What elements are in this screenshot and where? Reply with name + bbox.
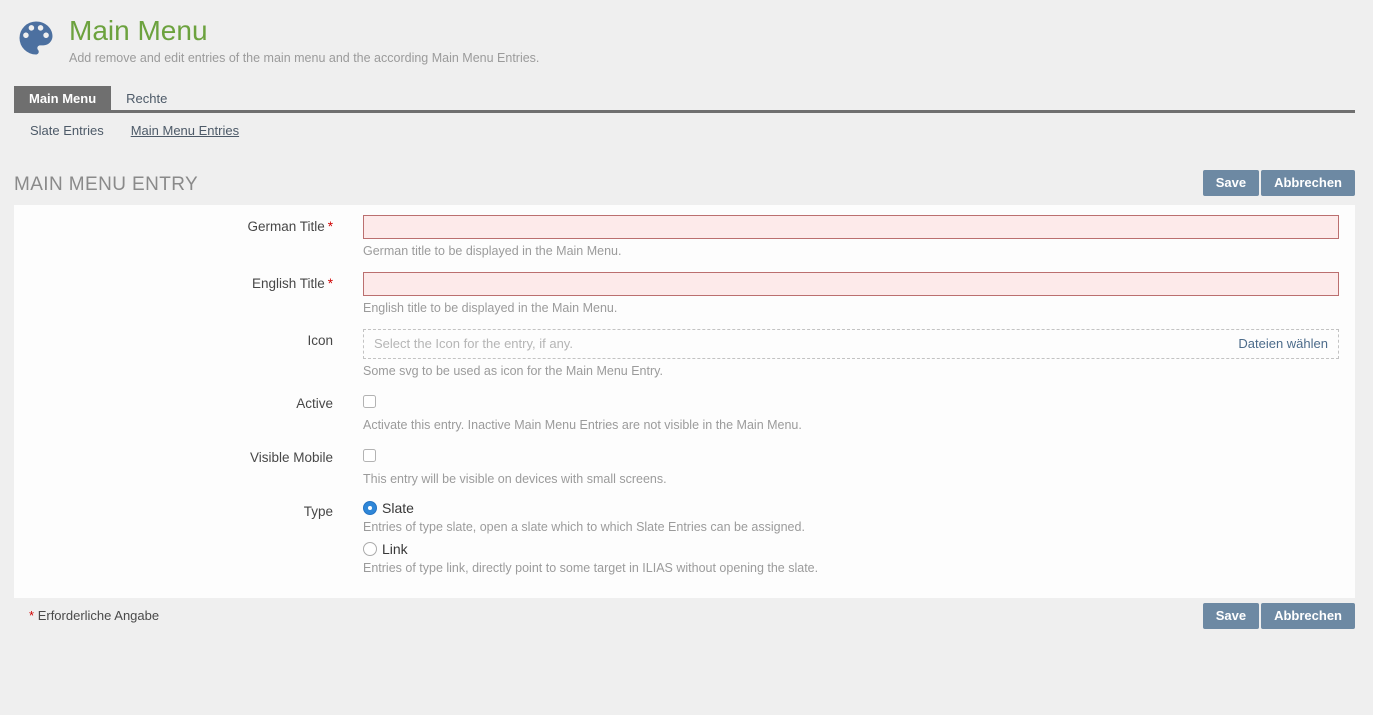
form-field-german-title: German Title* German title to be display…: [14, 215, 1339, 272]
form-field-active: Active Activate this entry. Inactive Mai…: [14, 392, 1339, 446]
required-note: * Erforderliche Angabe: [14, 603, 159, 623]
active-byline: Activate this entry. Inactive Main Menu …: [363, 418, 1339, 432]
type-option-link[interactable]: Link: [363, 541, 1339, 557]
type-option-slate[interactable]: Slate: [363, 500, 1339, 516]
tab-main-menu[interactable]: Main Menu: [14, 86, 111, 110]
tab-rechte[interactable]: Rechte: [111, 86, 182, 110]
link-option-byline: Entries of type link, directly point to …: [363, 561, 1339, 575]
active-label: Active: [14, 392, 363, 446]
required-asterisk: *: [328, 219, 333, 234]
bottom-button-group: Save Abbrechen: [1203, 603, 1355, 629]
slate-radio[interactable]: [363, 501, 377, 515]
link-radio[interactable]: [363, 542, 377, 556]
subtab-slate-entries[interactable]: Slate Entries: [30, 123, 104, 138]
top-button-group: Save Abbrechen: [1203, 170, 1355, 196]
required-asterisk: *: [29, 608, 34, 623]
english-title-byline: English title to be displayed in the Mai…: [363, 301, 1339, 315]
slate-option-byline: Entries of type slate, open a slate whic…: [363, 520, 1339, 534]
form-field-icon: Icon Select the Icon for the entry, if a…: [14, 329, 1339, 392]
section-title: MAIN MENU ENTRY: [14, 174, 198, 196]
required-note-text: Erforderliche Angabe: [38, 608, 159, 623]
german-title-byline: German title to be displayed in the Main…: [363, 244, 1339, 258]
german-title-label: German Title*: [14, 215, 363, 272]
german-title-input[interactable]: [363, 215, 1339, 239]
active-checkbox[interactable]: [363, 395, 376, 408]
icon-byline: Some svg to be used as icon for the Main…: [363, 364, 1339, 378]
choose-files-link[interactable]: Dateien wählen: [1238, 336, 1328, 351]
save-button-bottom[interactable]: Save: [1203, 603, 1259, 629]
link-radio-label[interactable]: Link: [382, 541, 408, 557]
visible-mobile-checkbox[interactable]: [363, 449, 376, 462]
tab-bar: Main Menu Rechte: [14, 86, 1355, 113]
icon-file-placeholder: Select the Icon for the entry, if any.: [374, 336, 573, 351]
english-title-input[interactable]: [363, 272, 1339, 296]
required-asterisk: *: [328, 276, 333, 291]
cancel-button-bottom[interactable]: Abbrechen: [1261, 603, 1355, 629]
page-subtitle: Add remove and edit entries of the main …: [69, 51, 539, 65]
page-header: Main Menu Add remove and edit entries of…: [0, 0, 1373, 65]
slate-radio-label[interactable]: Slate: [382, 500, 414, 516]
type-label: Type: [14, 500, 363, 582]
form-field-english-title: English Title* English title to be displ…: [14, 272, 1339, 329]
form-field-visible-mobile: Visible Mobile This entry will be visibl…: [14, 446, 1339, 500]
icon-file-dropzone[interactable]: Select the Icon for the entry, if any. D…: [363, 329, 1339, 359]
save-button-top[interactable]: Save: [1203, 170, 1259, 196]
icon-label: Icon: [14, 329, 363, 392]
subtab-main-menu-entries[interactable]: Main Menu Entries: [131, 123, 239, 138]
page-title: Main Menu: [69, 16, 539, 47]
visible-mobile-label: Visible Mobile: [14, 446, 363, 500]
form-footer: * Erforderliche Angabe Save Abbrechen: [14, 598, 1355, 629]
main-menu-entry-form: German Title* German title to be display…: [14, 205, 1355, 598]
palette-icon: [14, 16, 58, 60]
visible-mobile-byline: This entry will be visible on devices wi…: [363, 472, 1339, 486]
subtab-bar: Slate Entries Main Menu Entries: [18, 113, 1355, 147]
english-title-label: English Title*: [14, 272, 363, 329]
section-bar: MAIN MENU ENTRY Save Abbrechen: [14, 170, 1355, 196]
form-field-type: Type Slate Entries of type slate, open a…: [14, 500, 1339, 582]
cancel-button-top[interactable]: Abbrechen: [1261, 170, 1355, 196]
